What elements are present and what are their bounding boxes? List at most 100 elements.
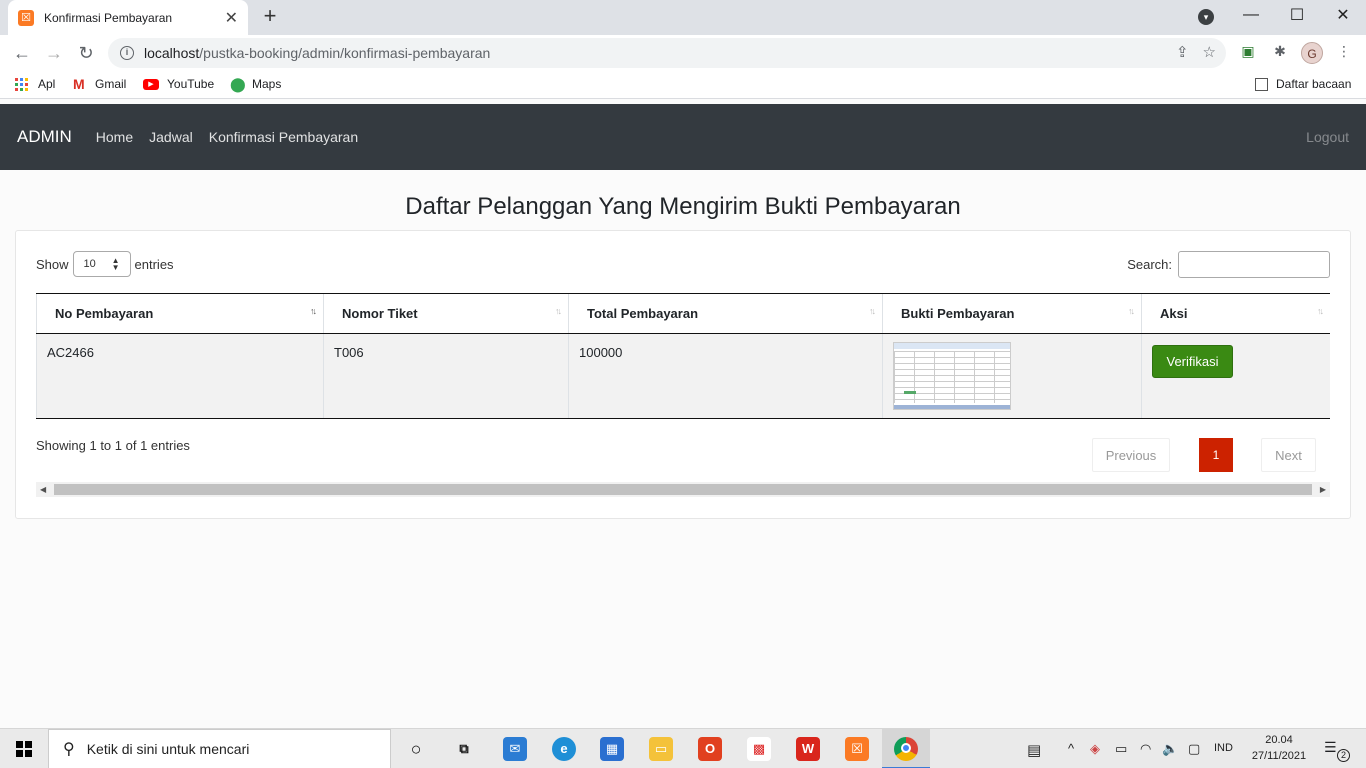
sort-icon: ↑↓ — [1317, 306, 1324, 316]
notification-center-icon[interactable]: ☰ 2 — [1324, 739, 1350, 762]
maximize-button[interactable]: ☐ — [1274, 0, 1320, 30]
scrollbar-thumb[interactable] — [54, 484, 1312, 495]
taskbar-search-input[interactable]: ⚲ Ketik di sini untuk mencari — [48, 729, 391, 768]
edge-icon[interactable]: e — [552, 737, 576, 761]
battery-icon[interactable]: ▭ — [1115, 741, 1127, 757]
select-arrows-icon: ▲ ▼ — [111, 256, 120, 272]
profile-avatar[interactable]: G — [1301, 42, 1323, 64]
gmail-icon: M — [73, 76, 85, 92]
entries-label: entries — [134, 256, 174, 272]
address-bar: ← → ↻ i localhost/pustka-booking/admin/k… — [0, 35, 1366, 71]
reading-list[interactable]: Daftar bacaan — [1255, 77, 1351, 91]
column-header-total-pembayaran[interactable]: Total Pembayaran ↑↓ — [568, 293, 883, 334]
wifi-icon[interactable]: ◠ — [1140, 741, 1151, 757]
browser-tab-bar: ☒ Konfirmasi Pembayaran ✕ + ▾ — ☐ ✕ — [0, 0, 1366, 35]
cell-bukti-pembayaran — [882, 333, 1142, 419]
minimize-button[interactable]: — — [1228, 0, 1274, 30]
tab-title: Konfirmasi Pembayaran — [44, 10, 173, 25]
nav-link-home[interactable]: Home — [96, 129, 133, 145]
tab-search-icon[interactable]: ▾ — [1198, 9, 1214, 25]
extension-green-icon[interactable]: ▣ — [1239, 43, 1257, 61]
tab-close-icon[interactable]: ✕ — [225, 8, 238, 28]
wps-office-icon[interactable]: W — [796, 737, 820, 761]
back-icon[interactable]: ← — [10, 41, 34, 65]
show-label: Show — [36, 256, 69, 272]
nav-link-konfirmasi-pembayaran[interactable]: Konfirmasi Pembayaran — [209, 129, 358, 145]
page-title: Daftar Pelanggan Yang Mengirim Bukti Pem… — [405, 193, 961, 220]
previous-page-button[interactable]: Previous — [1092, 438, 1170, 472]
column-header-label: Aksi — [1160, 306, 1188, 321]
bookmark-youtube[interactable]: ▶ YouTube — [143, 77, 214, 91]
close-window-button[interactable]: ✕ — [1320, 0, 1366, 30]
gift-icon[interactable]: ▩ — [747, 737, 771, 761]
share-icon[interactable]: ⇪ — [1176, 43, 1189, 61]
search-input[interactable] — [1178, 251, 1330, 278]
payment-proof-thumbnail[interactable] — [893, 342, 1011, 410]
sort-icon: ↑↓ — [1128, 306, 1135, 316]
admin-navbar: ADMIN Home Jadwal Konfirmasi Pembayaran … — [0, 104, 1366, 170]
store-icon[interactable]: ▦ — [600, 737, 624, 761]
forward-icon[interactable]: → — [42, 41, 66, 65]
reload-icon[interactable]: ↻ — [74, 41, 98, 65]
column-header-aksi[interactable]: Aksi ↑↓ — [1141, 293, 1330, 334]
bookmark-label: Apl — [38, 77, 56, 91]
browser-menu-icon[interactable]: ⋮ — [1335, 43, 1353, 61]
page-number-button[interactable]: 1 — [1199, 438, 1233, 472]
file-explorer-icon[interactable]: ▭ — [649, 737, 673, 761]
language-indicator[interactable]: IND — [1214, 742, 1233, 754]
show-hidden-icons-icon[interactable]: ^ — [1068, 741, 1074, 756]
bookmark-label: Maps — [252, 77, 282, 91]
column-header-label: Total Pembayaran — [587, 306, 699, 321]
search-control: Search: — [1127, 251, 1330, 278]
next-page-button[interactable]: Next — [1261, 438, 1316, 472]
site-info-icon[interactable]: i — [120, 46, 134, 60]
url-path: /pustka-booking/admin/konfirmasi-pembaya… — [199, 45, 491, 61]
volume-icon[interactable]: 🔈 — [1162, 741, 1178, 757]
cell-aksi: Verifikasi — [1141, 333, 1330, 419]
browser-tab[interactable]: ☒ Konfirmasi Pembayaran ✕ — [8, 0, 248, 35]
column-header-bukti-pembayaran[interactable]: Bukti Pembayaran ↑↓ — [882, 293, 1142, 334]
logout-link[interactable]: Logout — [1306, 129, 1349, 145]
mail-icon[interactable]: ✉ — [503, 737, 527, 761]
search-label: Search: — [1127, 257, 1172, 272]
xampp-icon[interactable]: ☒ — [845, 737, 869, 761]
url-host: localhost — [144, 45, 200, 61]
bookmark-gmail[interactable]: M Gmail — [73, 77, 126, 91]
url-input[interactable]: i localhost/pustka-booking/admin/konfirm… — [108, 38, 1226, 68]
column-header-label: Bukti Pembayaran — [901, 306, 1015, 321]
horizontal-scrollbar[interactable]: ◀ ▶ — [36, 482, 1330, 497]
nav-link-jadwal[interactable]: Jadwal — [149, 129, 193, 145]
datatable-card: Show 10 ▲ ▼ entries Search: No Pembayaran… — [15, 230, 1351, 519]
verifikasi-button[interactable]: Verifikasi — [1152, 345, 1233, 378]
payments-table: No Pembayaran ↑↓ Nomor Tiket ↑↓ Total Pemb… — [36, 293, 1330, 419]
antivirus-tray-icon[interactable]: ◈ — [1090, 741, 1100, 757]
page-length-select[interactable]: 10 ▲ ▼ — [72, 251, 131, 277]
xampp-favicon-icon: ☒ — [18, 9, 34, 26]
bookmark-label: Gmail — [95, 77, 127, 91]
reading-list-label: Daftar bacaan — [1276, 77, 1352, 91]
clock-time: 20.04 — [1265, 734, 1293, 746]
windows-start-icon[interactable] — [16, 741, 32, 757]
reading-list-icon — [1255, 77, 1268, 91]
system-clock[interactable]: 20.04 27/11/2021 — [1244, 732, 1314, 764]
bookmark-maps[interactable]: ⬤ Maps — [230, 77, 281, 91]
bookmark-apps[interactable]: Apl — [15, 77, 55, 91]
cell-nomor-tiket: T006 — [323, 333, 569, 419]
scroll-right-icon[interactable]: ▶ — [1320, 482, 1326, 497]
office-icon[interactable]: O — [698, 737, 722, 761]
youtube-icon: ▶ — [143, 78, 159, 90]
taskbar-search-placeholder: Ketik di sini untuk mencari — [86, 741, 250, 757]
new-tab-button[interactable]: + — [258, 5, 282, 29]
task-view-icon[interactable]: ⧉ — [452, 737, 476, 761]
cell-no-pembayaran: AC2466 — [36, 333, 324, 419]
extensions-puzzle-icon[interactable]: ✱ — [1271, 43, 1289, 61]
bookmark-star-icon[interactable]: ☆ — [1203, 43, 1216, 61]
cortana-icon[interactable]: ○ — [404, 737, 428, 761]
navbar-brand[interactable]: ADMIN — [17, 127, 72, 147]
column-header-no-pembayaran[interactable]: No Pembayaran ↑↓ — [36, 293, 324, 334]
meet-now-icon[interactable]: ▢ — [1188, 741, 1200, 757]
column-header-nomor-tiket[interactable]: Nomor Tiket ↑↓ — [323, 293, 569, 334]
scroll-left-icon[interactable]: ◀ — [40, 482, 46, 497]
input-panel-icon[interactable]: ▤ — [1027, 741, 1041, 759]
chrome-icon[interactable] — [894, 737, 918, 761]
